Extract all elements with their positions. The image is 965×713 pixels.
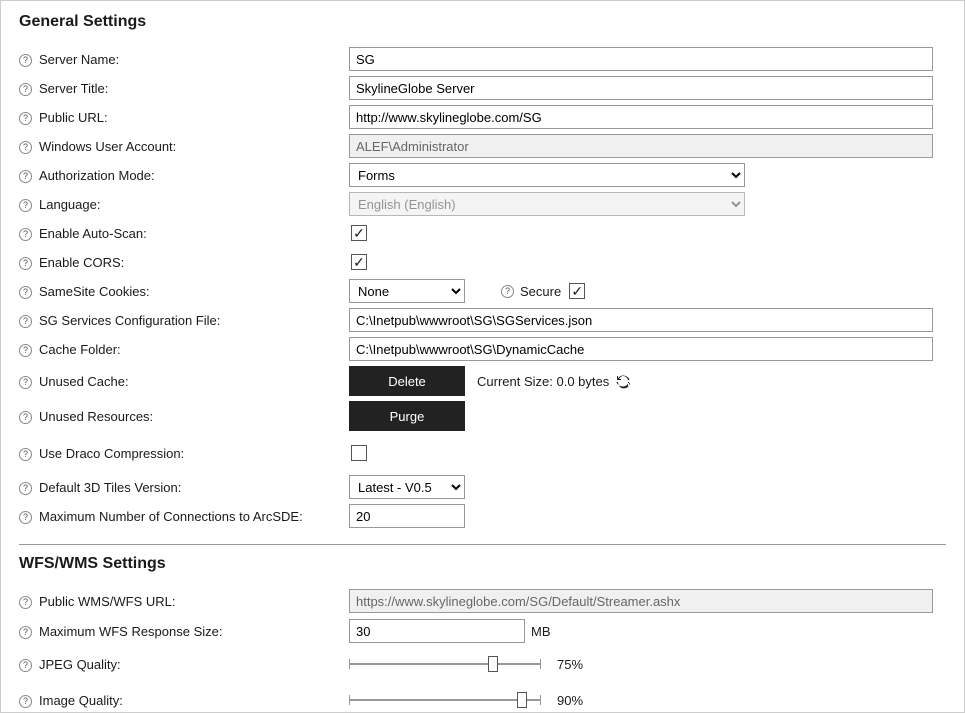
auth-mode-label: Authorization Mode:	[39, 168, 349, 183]
unused-cache-label: Unused Cache:	[39, 374, 349, 389]
cors-checkbox[interactable]: ✓	[351, 254, 367, 270]
public-url-input[interactable]	[349, 105, 933, 129]
jpeg-quality-value: 75%	[557, 657, 583, 672]
help-icon[interactable]: ?	[19, 112, 32, 125]
help-icon[interactable]: ?	[19, 659, 32, 672]
sgservices-input[interactable]	[349, 308, 933, 332]
help-icon[interactable]: ?	[19, 511, 32, 524]
samesite-label: SameSite Cookies:	[39, 284, 349, 299]
public-url-label: Public URL:	[39, 110, 349, 125]
help-icon[interactable]: ?	[501, 285, 514, 298]
purge-button[interactable]: Purge	[349, 401, 465, 431]
cors-label: Enable CORS:	[39, 255, 349, 270]
secure-label: Secure	[520, 284, 561, 299]
image-quality-slider[interactable]	[349, 690, 541, 710]
help-icon[interactable]: ?	[19, 141, 32, 154]
help-icon[interactable]: ?	[19, 170, 32, 183]
help-icon[interactable]: ?	[19, 411, 32, 424]
divider	[19, 544, 946, 545]
max-resp-input[interactable]	[349, 619, 525, 643]
language-label: Language:	[39, 197, 349, 212]
auto-scan-checkbox[interactable]: ✓	[351, 225, 367, 241]
image-quality-value: 90%	[557, 693, 583, 708]
server-name-label: Server Name:	[39, 52, 349, 67]
help-icon[interactable]: ?	[19, 199, 32, 212]
help-icon[interactable]: ?	[19, 344, 32, 357]
help-icon[interactable]: ?	[19, 228, 32, 241]
windows-user-input	[349, 134, 933, 158]
settings-panel: General Settings ? Server Name: ? Server…	[0, 0, 965, 713]
draco-label: Use Draco Compression:	[39, 446, 349, 461]
delete-button[interactable]: Delete	[349, 366, 465, 396]
general-settings-title: General Settings	[19, 13, 946, 31]
server-title-label: Server Title:	[39, 81, 349, 96]
help-icon[interactable]: ?	[19, 596, 32, 609]
secure-checkbox[interactable]: ✓	[569, 283, 585, 299]
help-icon[interactable]: ?	[19, 83, 32, 96]
jpeg-quality-slider[interactable]	[349, 654, 541, 674]
mb-suffix: MB	[531, 624, 551, 639]
max-resp-label: Maximum WFS Response Size:	[39, 624, 349, 639]
help-icon[interactable]: ?	[19, 315, 32, 328]
help-icon[interactable]: ?	[19, 448, 32, 461]
arcsde-label: Maximum Number of Connections to ArcSDE:	[39, 509, 349, 524]
auth-mode-select[interactable]: Forms	[349, 163, 745, 187]
unused-resources-label: Unused Resources:	[39, 409, 349, 424]
language-select: English (English)	[349, 192, 745, 216]
wms-url-input	[349, 589, 933, 613]
jpeg-quality-label: JPEG Quality:	[39, 657, 349, 672]
current-size-text: Current Size: 0.0 bytes	[477, 374, 609, 389]
auto-scan-label: Enable Auto-Scan:	[39, 226, 349, 241]
cache-folder-input[interactable]	[349, 337, 933, 361]
samesite-select[interactable]: None	[349, 279, 465, 303]
image-quality-label: Image Quality:	[39, 693, 349, 708]
windows-user-label: Windows User Account:	[39, 139, 349, 154]
help-icon[interactable]: ?	[19, 626, 32, 639]
wfswms-title: WFS/WMS Settings	[19, 555, 946, 573]
help-icon[interactable]: ?	[19, 54, 32, 67]
cache-folder-label: Cache Folder:	[39, 342, 349, 357]
help-icon[interactable]: ?	[19, 286, 32, 299]
wms-url-label: Public WMS/WFS URL:	[39, 594, 349, 609]
help-icon[interactable]: ?	[19, 376, 32, 389]
draco-checkbox[interactable]	[351, 445, 367, 461]
server-title-input[interactable]	[349, 76, 933, 100]
help-icon[interactable]: ?	[19, 695, 32, 708]
server-name-input[interactable]	[349, 47, 933, 71]
refresh-icon[interactable]	[615, 373, 631, 389]
help-icon[interactable]: ?	[19, 482, 32, 495]
tiles3d-select[interactable]: Latest - V0.5	[349, 475, 465, 499]
help-icon[interactable]: ?	[19, 257, 32, 270]
sgservices-label: SG Services Configuration File:	[39, 313, 349, 328]
arcsde-input[interactable]	[349, 504, 465, 528]
tiles3d-label: Default 3D Tiles Version:	[39, 480, 349, 495]
